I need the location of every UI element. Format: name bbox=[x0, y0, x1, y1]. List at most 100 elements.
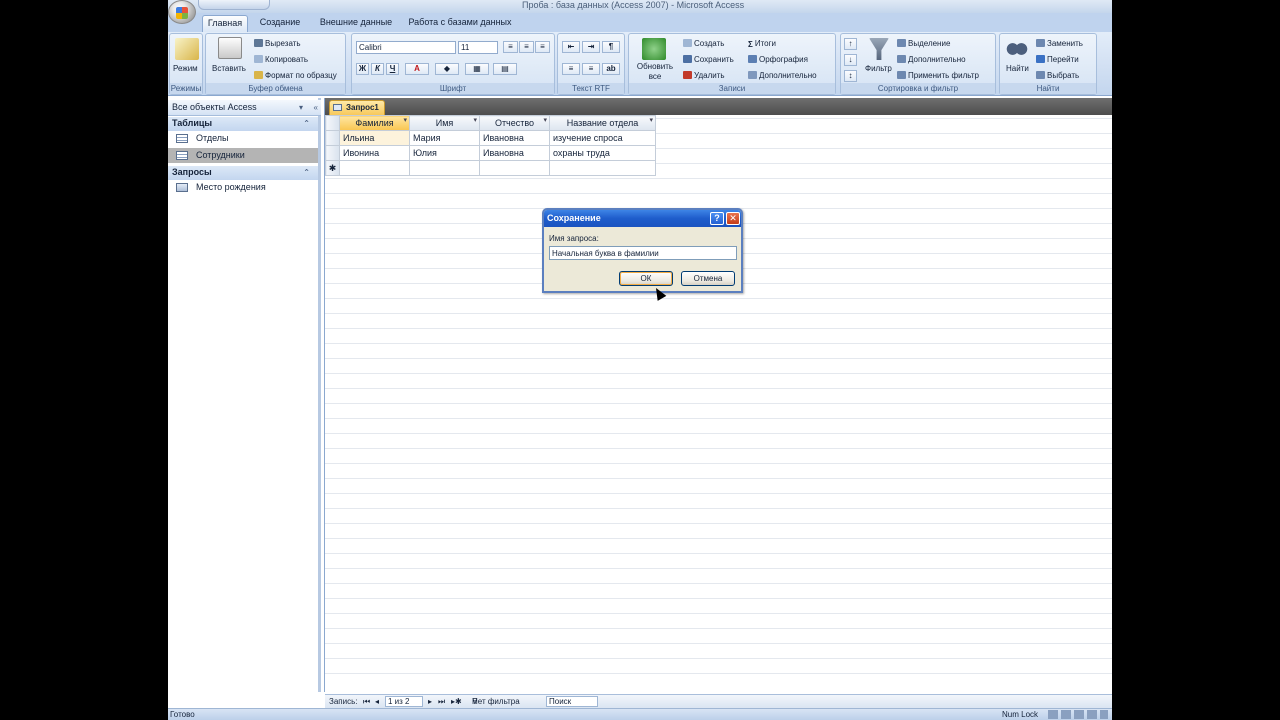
alternate-fill-button[interactable]: ▤ bbox=[493, 63, 517, 75]
select-button[interactable]: Выбрать bbox=[1036, 71, 1079, 81]
paste-button[interactable]: Вставить bbox=[212, 64, 246, 74]
table-cell[interactable]: Ивановна bbox=[479, 145, 550, 161]
increase-indent-button[interactable]: ⇥ bbox=[582, 41, 600, 53]
font-size-select[interactable]: 11 bbox=[458, 41, 498, 54]
nav-item-otdely[interactable]: Отделы bbox=[168, 131, 318, 146]
table-cell[interactable]: Ивонина bbox=[339, 145, 410, 161]
find-button[interactable]: Найти bbox=[1006, 64, 1029, 74]
column-header[interactable]: Фамилия ▾ bbox=[339, 115, 410, 131]
query-name-input[interactable] bbox=[549, 246, 737, 260]
office-button[interactable] bbox=[168, 0, 196, 24]
gridlines-button[interactable]: ▦ bbox=[465, 63, 489, 75]
selection-button[interactable]: Выделение bbox=[897, 39, 950, 49]
dropdown-arrow-icon[interactable]: ▾ bbox=[403, 116, 407, 124]
new-record-nav-button[interactable]: ▸✱ bbox=[451, 695, 462, 708]
bold-button[interactable]: Ж bbox=[356, 63, 369, 75]
chevron-up-icon[interactable]: ⌃ bbox=[303, 166, 310, 179]
tab-database-tools[interactable]: Работа с базами данных bbox=[404, 15, 516, 32]
view-switcher-icons[interactable] bbox=[1048, 710, 1108, 719]
select-all-cell[interactable] bbox=[325, 115, 340, 131]
goto-button[interactable]: Перейти bbox=[1036, 55, 1079, 65]
row-selector[interactable] bbox=[325, 130, 340, 146]
font-name-select[interactable]: Calibri bbox=[356, 41, 456, 54]
font-color-button[interactable]: A bbox=[405, 63, 429, 75]
paste-icon[interactable] bbox=[218, 37, 242, 59]
table-cell[interactable] bbox=[339, 160, 410, 176]
next-record-button[interactable]: ▸ bbox=[428, 695, 432, 708]
table-cell[interactable]: охраны труда bbox=[549, 145, 656, 161]
nav-pane-header[interactable]: Все объекты Access ▾ « bbox=[168, 100, 321, 116]
column-header[interactable]: Отчество ▾ bbox=[479, 115, 550, 131]
sort-asc-button[interactable]: ↑ bbox=[844, 38, 857, 50]
italic-button[interactable]: К bbox=[371, 63, 384, 75]
prev-record-button[interactable]: ◂ bbox=[375, 695, 379, 708]
delete-record-button[interactable]: Удалить bbox=[683, 71, 725, 81]
close-icon[interactable]: ✕ bbox=[726, 212, 740, 225]
table-cell[interactable] bbox=[479, 160, 550, 176]
ok-button[interactable]: ОК bbox=[619, 271, 673, 286]
table-cell[interactable] bbox=[549, 160, 656, 176]
chevron-up-icon[interactable]: ⌃ bbox=[303, 117, 310, 130]
save-record-button[interactable]: Сохранить bbox=[683, 55, 734, 65]
copy-button[interactable]: Копировать bbox=[254, 55, 308, 65]
nav-category-tables[interactable]: Таблицы ⌃ bbox=[168, 117, 318, 131]
more-records-button[interactable]: Дополнительно bbox=[748, 71, 817, 81]
document-tab[interactable]: Запрос1 bbox=[329, 100, 385, 115]
cancel-button[interactable]: Отмена bbox=[681, 271, 735, 286]
totals-button[interactable]: Σ Итоги bbox=[748, 39, 776, 49]
table-cell[interactable]: Ильина bbox=[339, 130, 410, 146]
format-painter-button[interactable]: Формат по образцу bbox=[254, 71, 337, 81]
column-header[interactable]: Имя ▾ bbox=[409, 115, 480, 131]
tab-external-data[interactable]: Внешние данные bbox=[314, 15, 398, 32]
paragraph-direction-button[interactable]: ¶ bbox=[602, 41, 620, 53]
align-left-button[interactable]: ≡ bbox=[503, 41, 518, 53]
refresh-all-button[interactable]: Обновить все bbox=[632, 62, 678, 82]
filter-button[interactable]: Фильтр bbox=[865, 64, 892, 74]
align-center-button[interactable]: ≡ bbox=[519, 41, 534, 53]
help-icon[interactable]: ? bbox=[710, 212, 724, 225]
underline-button[interactable]: Ч bbox=[386, 63, 399, 75]
table-cell[interactable]: изучение спроса bbox=[549, 130, 656, 146]
view-mode-icon[interactable] bbox=[175, 38, 199, 60]
chevron-down-icon[interactable]: ▾ bbox=[299, 100, 303, 115]
numbering-button[interactable]: ≡ bbox=[562, 63, 580, 75]
spelling-button[interactable]: Орфография bbox=[748, 55, 808, 65]
filter-icon[interactable] bbox=[869, 38, 889, 60]
table-cell[interactable] bbox=[409, 160, 480, 176]
nav-category-queries[interactable]: Запросы ⌃ bbox=[168, 166, 318, 180]
sort-desc-button[interactable]: ↓ bbox=[844, 54, 857, 66]
search-input[interactable]: Поиск bbox=[546, 696, 598, 707]
last-record-button[interactable]: ⏭ bbox=[438, 695, 445, 708]
advanced-filter-button[interactable]: Дополнительно bbox=[897, 55, 966, 65]
replace-button[interactable]: Заменить bbox=[1036, 39, 1083, 49]
dropdown-arrow-icon[interactable]: ▾ bbox=[649, 116, 653, 124]
refresh-icon[interactable] bbox=[642, 38, 666, 60]
dropdown-arrow-icon[interactable]: ▾ bbox=[473, 116, 477, 124]
nav-item-sotrudniki[interactable]: Сотрудники bbox=[168, 148, 318, 163]
decrease-indent-button[interactable]: ⇤ bbox=[562, 41, 580, 53]
tab-home[interactable]: Главная bbox=[202, 15, 248, 32]
nav-item-mesto-rozhdeniya[interactable]: Место рождения bbox=[168, 180, 318, 195]
binoculars-icon[interactable] bbox=[1006, 38, 1028, 60]
table-cell[interactable]: Юлия bbox=[409, 145, 480, 161]
column-header[interactable]: Название отдела ▾ bbox=[549, 115, 656, 131]
row-selector[interactable] bbox=[325, 145, 340, 161]
highlight-button[interactable]: ab bbox=[602, 63, 620, 75]
clear-sort-button[interactable]: ↕ bbox=[844, 70, 857, 82]
record-position-input[interactable]: 1 из 2 bbox=[385, 696, 423, 707]
table-cell[interactable]: Ивановна bbox=[479, 130, 550, 146]
new-record-button[interactable]: Создать bbox=[683, 39, 724, 49]
dropdown-arrow-icon[interactable]: ▾ bbox=[543, 116, 547, 124]
new-record-marker[interactable]: ✱ bbox=[325, 160, 340, 176]
apply-filter-button[interactable]: Применить фильтр bbox=[897, 71, 979, 81]
table-cell[interactable]: Мария bbox=[409, 130, 480, 146]
tab-create[interactable]: Создание bbox=[254, 15, 306, 32]
first-record-button[interactable]: ⏮ bbox=[363, 695, 370, 708]
bullets-button[interactable]: ≡ bbox=[582, 63, 600, 75]
view-mode-button[interactable]: Режим bbox=[173, 64, 198, 74]
cut-button[interactable]: Вырезать bbox=[254, 39, 301, 49]
collapse-pane-icon[interactable]: « bbox=[314, 100, 318, 115]
quick-access-toolbar[interactable] bbox=[198, 0, 270, 10]
align-right-button[interactable]: ≡ bbox=[535, 41, 550, 53]
fill-color-button[interactable]: ◆ bbox=[435, 63, 459, 75]
